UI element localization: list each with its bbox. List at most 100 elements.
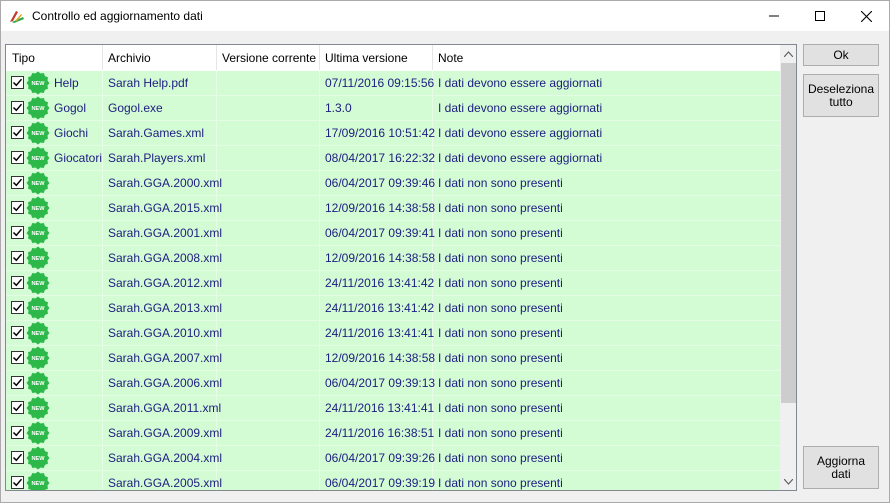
cell-ultima-versione: 06/04/2017 09:39:41 <box>325 226 436 240</box>
svg-text:NEW: NEW <box>31 431 45 437</box>
ok-button[interactable]: Ok <box>803 44 879 66</box>
scroll-down-button[interactable] <box>780 473 796 490</box>
minimize-icon <box>769 15 779 17</box>
row-checkbox[interactable] <box>11 426 24 439</box>
row-checkbox[interactable] <box>11 276 24 289</box>
checkmark-icon <box>12 353 23 362</box>
row-checkbox[interactable] <box>11 476 24 489</box>
table-row[interactable]: NEW Help Sarah Help.pdf 07/11/2016 09:15:56… <box>6 71 780 96</box>
svg-text:NEW: NEW <box>31 181 45 187</box>
row-checkbox[interactable] <box>11 376 24 389</box>
column-header-versione-corrente[interactable]: Versione corrente <box>216 45 316 70</box>
cell-tipo: Giocatori <box>54 151 103 165</box>
cell-archivio: Sarah.GGA.2008.xml <box>108 251 223 265</box>
new-badge-icon: NEW <box>26 121 50 145</box>
update-data-button[interactable]: Aggiorna dati <box>803 446 879 489</box>
cell-archivio: Sarah Help.pdf <box>108 76 189 90</box>
table-row[interactable]: NEW Sarah.GGA.2015.xml 12/09/2016 14:38:58… <box>6 196 780 221</box>
deselect-all-button[interactable]: Deseleziona tutto <box>803 74 879 117</box>
svg-text:NEW: NEW <box>31 256 45 262</box>
table-row[interactable]: NEW Gogol Gogol.exe 1.3.0 I dati devono esse… <box>6 96 780 121</box>
cell-ultima-versione: 08/04/2017 16:22:32 <box>325 151 436 165</box>
row-checkbox[interactable] <box>11 451 24 464</box>
new-badge-icon: NEW <box>26 146 50 170</box>
cell-tipo: Help <box>54 76 79 90</box>
row-checkbox[interactable] <box>11 226 24 239</box>
table-row[interactable]: NEW Sarah.GGA.2001.xml 06/04/2017 09:39:41… <box>6 221 780 246</box>
checkmark-icon <box>12 78 23 87</box>
cell-note: I dati non sono presenti <box>438 251 563 265</box>
maximize-icon <box>815 11 825 21</box>
close-icon <box>860 10 872 22</box>
cell-tipo: Gogol <box>54 101 87 115</box>
table-row[interactable]: NEW Sarah.GGA.2012.xml 24/11/2016 13:41:42… <box>6 271 780 296</box>
row-checkbox[interactable] <box>11 126 24 139</box>
checkmark-icon <box>12 178 23 187</box>
svg-text:NEW: NEW <box>31 131 45 137</box>
cell-archivio: Gogol.exe <box>108 101 163 115</box>
row-checkbox[interactable] <box>11 326 24 339</box>
row-checkbox[interactable] <box>11 351 24 364</box>
vertical-scrollbar[interactable] <box>780 45 796 490</box>
row-checkbox[interactable] <box>11 251 24 264</box>
table-row[interactable]: NEW Sarah.GGA.2005.xml 06/04/2017 09:39:19… <box>6 471 780 490</box>
minimize-button[interactable] <box>751 1 797 31</box>
column-header-archivio[interactable]: Archivio <box>102 45 151 70</box>
table-row[interactable]: NEW Sarah.GGA.2004.xml 06/04/2017 09:39:26… <box>6 446 780 471</box>
table-row[interactable]: NEW Sarah.GGA.2013.xml 24/11/2016 13:41:42… <box>6 296 780 321</box>
table-row[interactable]: NEW Sarah.GGA.2006.xml 06/04/2017 09:39:13… <box>6 371 780 396</box>
new-badge-icon: NEW <box>26 271 50 295</box>
cell-ultima-versione: 24/11/2016 13:41:41 <box>325 401 435 415</box>
row-checkbox[interactable] <box>11 401 24 414</box>
scroll-up-button[interactable] <box>780 45 796 62</box>
table-row[interactable]: NEW Sarah.GGA.2009.xml 24/11/2016 16:38:51… <box>6 421 780 446</box>
checkmark-icon <box>12 203 23 212</box>
cell-archivio: Sarah.GGA.2015.xml <box>108 201 223 215</box>
cell-archivio: Sarah.GGA.2010.xml <box>108 326 223 340</box>
scroll-thumb[interactable] <box>781 63 796 403</box>
data-list[interactable]: Tipo Archivio Versione corrente Ultima v… <box>5 44 797 491</box>
maximize-button[interactable] <box>797 1 843 31</box>
row-checkbox[interactable] <box>11 151 24 164</box>
new-badge-icon: NEW <box>26 196 50 220</box>
cell-archivio: Sarah.GGA.2013.xml <box>108 301 223 315</box>
table-row[interactable]: NEW Sarah.GGA.2010.xml 24/11/2016 13:41:41… <box>6 321 780 346</box>
cell-ultima-versione: 12/09/2016 14:38:58 <box>325 351 436 365</box>
row-checkbox[interactable] <box>11 301 24 314</box>
table-row[interactable]: NEW Giocatori Sarah.Players.xml 08/04/2017 … <box>6 146 780 171</box>
table-row[interactable]: NEW Sarah.GGA.2011.xml 24/11/2016 13:41:41… <box>6 396 780 421</box>
cell-ultima-versione: 24/11/2016 13:41:42 <box>325 301 435 315</box>
chevron-up-icon <box>784 50 793 57</box>
column-header-ultima-versione[interactable]: Ultima versione <box>319 45 408 70</box>
column-header-note[interactable]: Note <box>432 45 463 70</box>
cell-archivio: Sarah.GGA.2011.xml <box>108 401 222 415</box>
cell-ultima-versione: 06/04/2017 09:39:46 <box>325 176 436 190</box>
row-checkbox[interactable] <box>11 101 24 114</box>
column-header-tipo[interactable]: Tipo <box>6 45 35 70</box>
new-badge-icon: NEW <box>26 296 50 320</box>
new-badge-icon: NEW <box>26 396 50 420</box>
cell-note: I dati non sono presenti <box>438 326 563 340</box>
row-checkbox[interactable] <box>11 201 24 214</box>
svg-text:NEW: NEW <box>31 406 45 412</box>
close-button[interactable] <box>843 1 889 31</box>
cell-note: I dati non sono presenti <box>438 176 563 190</box>
row-checkbox[interactable] <box>11 76 24 89</box>
cell-ultima-versione: 06/04/2017 09:39:19 <box>325 476 436 490</box>
table-row[interactable]: NEW Sarah.GGA.2008.xml 12/09/2016 14:38:58… <box>6 246 780 271</box>
svg-text:NEW: NEW <box>31 231 45 237</box>
cell-archivio: Sarah.GGA.2005.xml <box>108 476 223 490</box>
checkmark-icon <box>12 303 23 312</box>
checkmark-icon <box>12 103 23 112</box>
cell-archivio: Sarah.GGA.2009.xml <box>108 426 223 440</box>
dialog-window: Controllo ed aggiornamento dati Tipo Arc… <box>0 0 890 503</box>
table-row[interactable]: NEW Giochi Sarah.Games.xml 17/09/2016 10:51… <box>6 121 780 146</box>
cell-ultima-versione: 06/04/2017 09:39:26 <box>325 451 436 465</box>
table-row[interactable]: NEW Sarah.GGA.2000.xml 06/04/2017 09:39:46… <box>6 171 780 196</box>
list-rows: NEW Help Sarah Help.pdf 07/11/2016 09:15:56… <box>6 71 780 490</box>
row-checkbox[interactable] <box>11 176 24 189</box>
cell-note: I dati devono essere aggiornati <box>438 126 603 140</box>
app-logo-icon <box>10 11 24 23</box>
table-row[interactable]: NEW Sarah.GGA.2007.xml 12/09/2016 14:38:58… <box>6 346 780 371</box>
cell-ultima-versione: 12/09/2016 14:38:58 <box>325 251 436 265</box>
